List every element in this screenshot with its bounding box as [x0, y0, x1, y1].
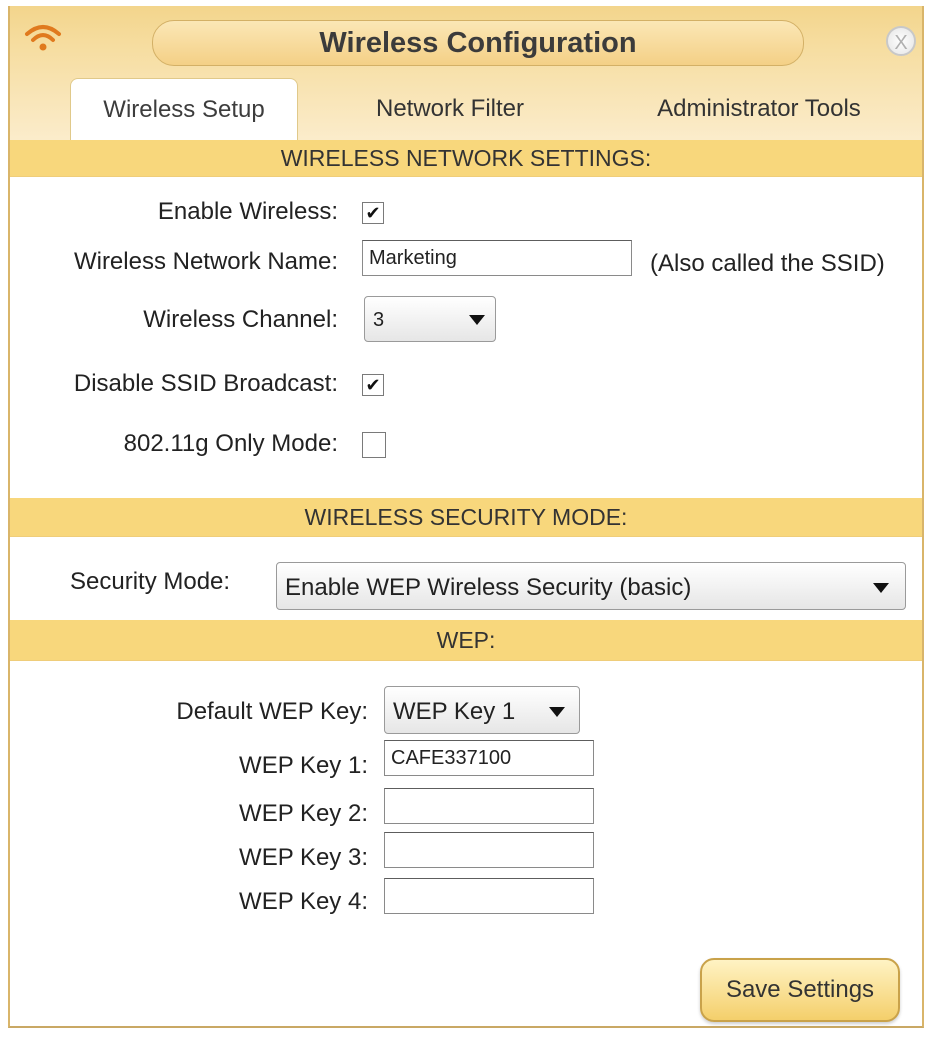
enable-wireless-checkbox[interactable]: ✔	[362, 202, 384, 224]
ssid-hint: (Also called the SSID)	[650, 250, 885, 277]
wep-key-1-label: WEP Key 1:	[239, 752, 368, 779]
enable-wireless-label: Enable Wireless:	[157, 198, 338, 225]
wireless-channel-select[interactable]: 3	[364, 296, 496, 342]
wep-key-3-label: WEP Key 3:	[239, 844, 368, 871]
wireless-security-mode-header: WIRELESS SECURITY MODE:	[10, 498, 922, 537]
default-wep-key-label: Default WEP Key:	[176, 698, 368, 725]
wep-header: WEP:	[10, 620, 922, 661]
wep-key-4-field[interactable]	[384, 878, 594, 914]
g-only-label: 802.11g Only Mode:	[123, 430, 338, 457]
wep-key-1-field[interactable]: CAFE337100	[384, 740, 594, 776]
security-mode-label: Security Mode:	[70, 568, 231, 595]
security-mode-select[interactable]: Enable WEP Wireless Security (basic)	[276, 562, 906, 610]
wep-key-2-label: WEP Key 2:	[239, 800, 368, 827]
window-title: Wireless Configuration	[152, 20, 804, 66]
wep-key-2-field[interactable]	[384, 788, 594, 824]
g-only-checkbox[interactable]	[362, 432, 386, 458]
wep-key-4-label: WEP Key 4:	[239, 888, 368, 915]
network-name-label: Wireless Network Name:	[73, 248, 338, 275]
default-wep-key-select[interactable]: WEP Key 1	[384, 686, 580, 734]
tab-wireless-setup[interactable]: Wireless Setup	[70, 78, 298, 141]
chevron-down-icon	[873, 583, 889, 593]
title-bar: Wireless Configuration X Wireless Setup …	[10, 6, 922, 141]
wireless-channel-value: 3	[373, 309, 385, 331]
wireless-network-settings-header: WIRELESS NETWORK SETTINGS:	[10, 140, 922, 177]
tab-network-filter[interactable]: Network Filter	[340, 78, 560, 140]
save-settings-button[interactable]: Save Settings	[700, 958, 900, 1022]
network-name-field[interactable]: Marketing	[362, 240, 632, 276]
disable-ssid-label: Disable SSID Broadcast:	[73, 370, 338, 397]
close-icon[interactable]: X	[886, 26, 916, 56]
wireless-configuration-window: Wireless Configuration X Wireless Setup …	[8, 6, 924, 1028]
wireless-channel-label: Wireless Channel:	[143, 306, 338, 333]
wep-key-3-field[interactable]	[384, 832, 594, 868]
security-mode-value: Enable WEP Wireless Security (basic)	[285, 574, 692, 601]
wifi-icon	[25, 25, 61, 51]
chevron-down-icon	[549, 707, 565, 717]
chevron-down-icon	[469, 315, 485, 325]
tab-administrator-tools[interactable]: Administrator Tools	[624, 78, 894, 140]
disable-ssid-checkbox[interactable]: ✔	[362, 374, 384, 396]
default-wep-key-value: WEP Key 1	[393, 698, 516, 725]
